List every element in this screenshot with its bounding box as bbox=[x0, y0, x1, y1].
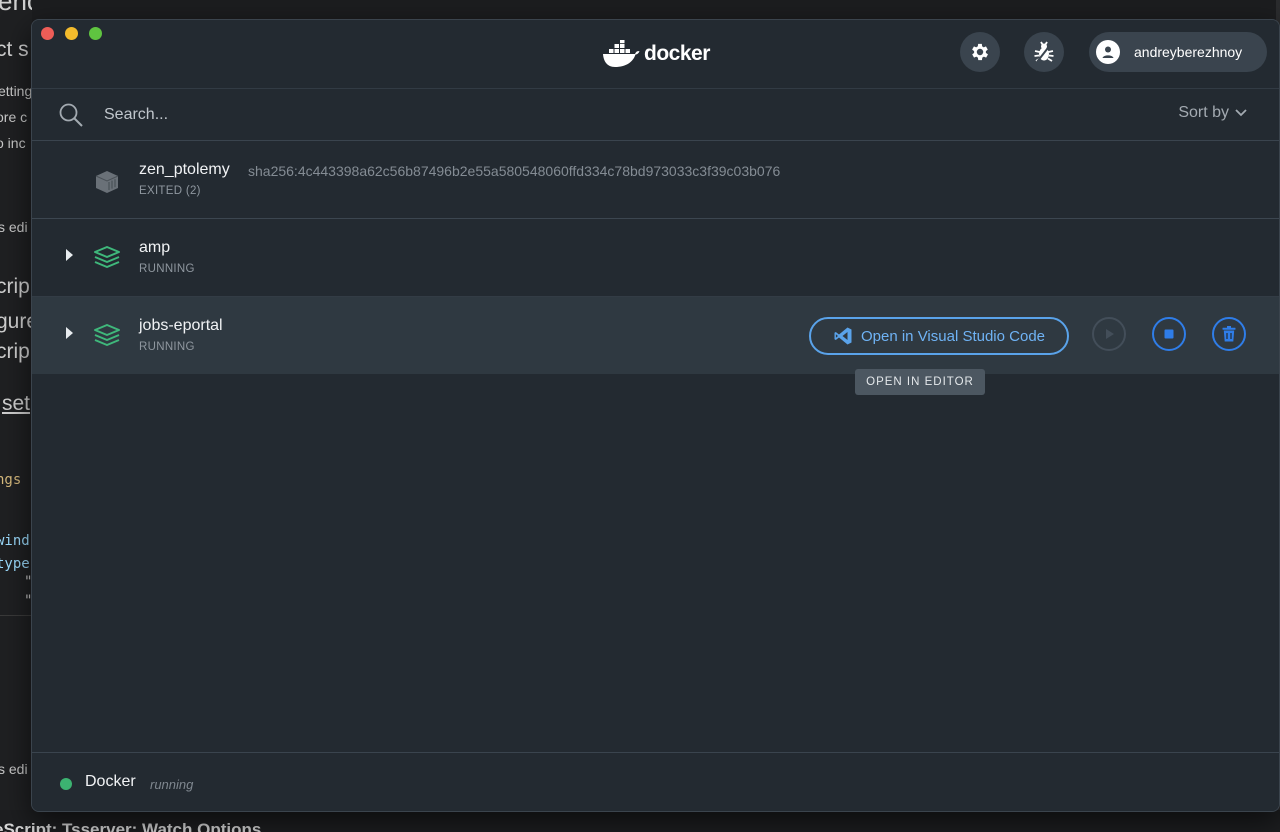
maximize-window-button[interactable] bbox=[89, 27, 102, 40]
bg-text: ore c bbox=[0, 109, 28, 125]
bg-text: crip bbox=[0, 340, 30, 363]
delete-button[interactable] bbox=[1212, 317, 1246, 351]
bg-text: s edi bbox=[0, 761, 28, 777]
status-bar: Docker running bbox=[32, 752, 1279, 811]
user-account-button[interactable]: andreyberezhnoy bbox=[1089, 32, 1267, 72]
app-stack-icon bbox=[94, 324, 120, 346]
open-in-vscode-label: Open in Visual Studio Code bbox=[860, 327, 1045, 345]
bg-text: wind bbox=[0, 533, 30, 549]
app-status: RUNNING bbox=[139, 341, 195, 353]
app-stack-icon bbox=[94, 246, 120, 268]
user-icon bbox=[1096, 40, 1120, 64]
settings-button[interactable] bbox=[960, 32, 1000, 72]
bg-bottom-text: eScript: Tsserver: Watch Options bbox=[0, 820, 262, 832]
bg-text: s edi bbox=[0, 219, 28, 235]
stop-button[interactable] bbox=[1152, 317, 1186, 351]
search-icon bbox=[59, 103, 83, 127]
expand-arrow-icon[interactable] bbox=[66, 249, 73, 261]
bg-text: o inc bbox=[0, 135, 26, 151]
docker-dashboard-window: docker andreyberezhnoy Search... Sort by… bbox=[31, 19, 1280, 812]
minimize-window-button[interactable] bbox=[65, 27, 78, 40]
background-bottom: eScript: Tsserver: Watch Options bbox=[0, 810, 1280, 832]
open-in-editor-tooltip: OPEN IN EDITOR bbox=[855, 369, 985, 395]
bg-text: gure bbox=[0, 310, 32, 333]
trash-icon bbox=[1222, 326, 1236, 342]
app-row[interactable]: amp RUNNING bbox=[32, 219, 1279, 297]
bg-text: ct s bbox=[0, 38, 29, 61]
bg-text: type bbox=[0, 556, 30, 572]
search-bar: Sort by bbox=[32, 89, 1279, 141]
app-name: jobs-eportal bbox=[139, 317, 223, 334]
app-status: RUNNING bbox=[139, 263, 195, 275]
username: andreyberezhnoy bbox=[1134, 44, 1243, 60]
play-icon bbox=[1106, 329, 1114, 339]
titlebar: docker andreyberezhnoy bbox=[32, 20, 1279, 89]
docker-logo: docker bbox=[602, 38, 710, 70]
bg-divider bbox=[0, 615, 32, 616]
troubleshoot-button[interactable] bbox=[1024, 32, 1064, 72]
app-name: amp bbox=[139, 239, 171, 256]
bg-text: ngs bbox=[0, 472, 22, 488]
search-input[interactable] bbox=[102, 101, 706, 129]
container-icon bbox=[95, 171, 119, 193]
bg-text: etting bbox=[0, 83, 32, 99]
expand-arrow-icon[interactable] bbox=[66, 327, 73, 339]
gear-icon bbox=[972, 43, 988, 61]
stop-icon bbox=[1164, 329, 1174, 339]
chevron-down-icon bbox=[1235, 109, 1247, 117]
engine-status: running bbox=[150, 777, 194, 792]
container-name: zen_ptolemy bbox=[139, 161, 230, 178]
close-window-button[interactable] bbox=[41, 27, 54, 40]
running-status-dot bbox=[60, 778, 72, 790]
container-row[interactable]: zen_ptolemy sha256:4c443398a62c56b87496b… bbox=[32, 141, 1279, 219]
sort-by-label: Sort by bbox=[1178, 104, 1229, 121]
open-in-vscode-button[interactable]: Open in Visual Studio Code bbox=[809, 317, 1069, 355]
docker-wordmark: docker bbox=[644, 42, 710, 65]
bg-text: crip bbox=[0, 275, 30, 298]
docker-whale-icon bbox=[603, 40, 640, 67]
bg-text: set bbox=[2, 392, 31, 415]
bg-text: ench bbox=[0, 0, 32, 16]
container-status: EXITED (2) bbox=[139, 185, 201, 197]
start-button[interactable] bbox=[1092, 317, 1126, 351]
background-editor: ench ct s etting ore c o inc s edi crip … bbox=[0, 0, 32, 832]
app-row[interactable]: jobs-eportal RUNNING Open in Visual Stud… bbox=[32, 297, 1279, 374]
container-hash: sha256:4c443398a62c56b87496b2e55a5805480… bbox=[248, 163, 781, 179]
sort-by-dropdown[interactable]: Sort by bbox=[1178, 104, 1247, 122]
vscode-icon bbox=[834, 327, 852, 345]
engine-name: Docker bbox=[85, 773, 136, 790]
bug-icon bbox=[1034, 41, 1054, 63]
